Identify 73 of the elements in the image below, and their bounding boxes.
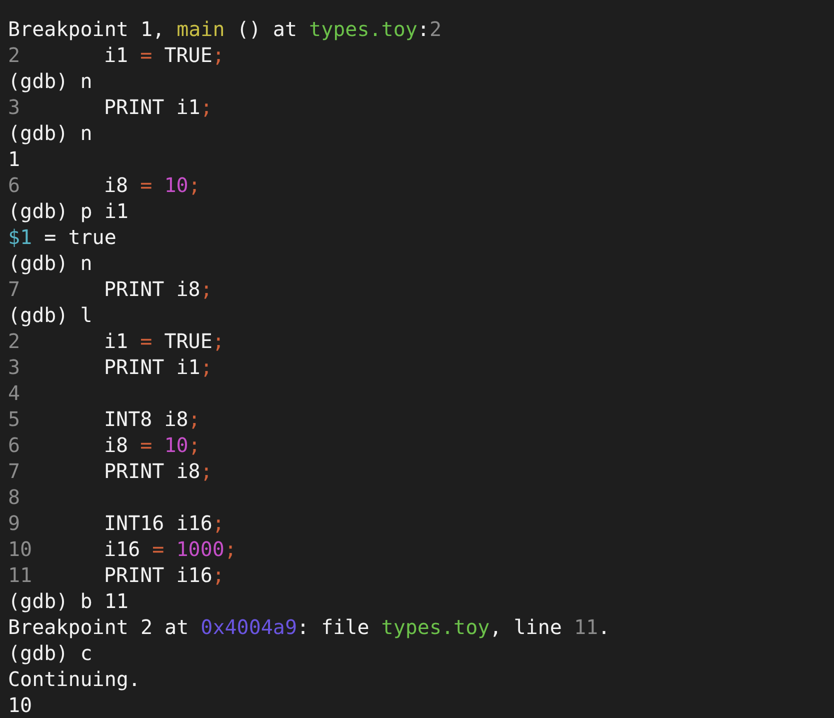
line-number: 9 bbox=[8, 511, 20, 535]
terminal-text: ; bbox=[224, 536, 236, 562]
terminal-text: PRINT i1 bbox=[104, 94, 200, 120]
terminal-text: (gdb) n bbox=[8, 68, 92, 94]
terminal-text: i8 bbox=[104, 432, 130, 458]
terminal-text: i1 bbox=[104, 42, 130, 68]
terminal-text: Breakpoint 1, bbox=[8, 16, 166, 42]
line-number: 7 bbox=[8, 277, 20, 301]
terminal-text: ; bbox=[188, 406, 200, 432]
terminal-text: $1 bbox=[8, 224, 32, 250]
terminal-text: ; bbox=[200, 276, 212, 302]
terminal-text: (gdb) n bbox=[8, 120, 92, 146]
terminal-text: ; bbox=[212, 562, 224, 588]
terminal-text: (gdb) b 11 bbox=[8, 588, 128, 614]
line-number: 4 bbox=[8, 381, 20, 405]
terminal-text: 2 bbox=[429, 16, 442, 42]
terminal-text: 1000 bbox=[176, 536, 224, 562]
terminal-text: TRUE bbox=[163, 328, 212, 354]
terminal-text: () at bbox=[236, 16, 298, 42]
line-number: 11 bbox=[8, 563, 32, 587]
terminal-text: = bbox=[152, 536, 166, 562]
terminal-text: types.toy bbox=[381, 614, 490, 640]
terminal-text: INT8 i8 bbox=[104, 406, 188, 432]
terminal-text: ; bbox=[212, 328, 224, 354]
line-number: 6 bbox=[8, 173, 20, 197]
terminal-text: 10 bbox=[164, 172, 188, 198]
terminal-text: = bbox=[140, 432, 154, 458]
terminal-text: . bbox=[598, 614, 610, 640]
terminal-text: 10 bbox=[164, 432, 188, 458]
terminal-text: 11 bbox=[574, 614, 598, 640]
terminal-text: ; bbox=[200, 94, 212, 120]
terminal-text: ; bbox=[212, 510, 224, 536]
terminal-text: INT16 i16 bbox=[104, 510, 212, 536]
terminal-text: Breakpoint 2 at bbox=[8, 614, 190, 640]
terminal-text: (gdb) n bbox=[8, 250, 92, 276]
terminal-text: 1 bbox=[8, 146, 20, 172]
terminal-text: Continuing. bbox=[8, 666, 140, 692]
terminal-text: types.toy bbox=[309, 16, 418, 42]
terminal-text: 0x4004a9 bbox=[200, 614, 297, 640]
terminal-text: i1 bbox=[104, 328, 130, 354]
terminal-text: , line bbox=[490, 614, 563, 640]
line-number: 3 bbox=[8, 95, 20, 119]
line-number: 10 bbox=[8, 537, 32, 561]
terminal-text: i16 bbox=[104, 536, 142, 562]
terminal-text: = bbox=[140, 328, 152, 354]
terminal-text: = bbox=[140, 172, 154, 198]
terminal-text: ; bbox=[200, 458, 212, 484]
terminal-text: TRUE bbox=[163, 42, 212, 68]
terminal-text: : file bbox=[296, 614, 370, 640]
terminal-text: PRINT i1 bbox=[104, 354, 200, 380]
line-number: 2 bbox=[8, 43, 20, 67]
terminal-text: 10 bbox=[8, 692, 32, 718]
terminal-text: PRINT i8 bbox=[104, 458, 200, 484]
terminal-text: (gdb) l bbox=[8, 302, 92, 328]
line-number: 3 bbox=[8, 355, 20, 379]
terminal-text: = true bbox=[43, 224, 116, 250]
terminal-text: ; bbox=[188, 432, 200, 458]
line-number: 8 bbox=[8, 485, 20, 509]
terminal-text: ; bbox=[212, 42, 224, 68]
terminal-text: : bbox=[417, 16, 430, 42]
line-number: 5 bbox=[8, 407, 20, 431]
terminal-text: = bbox=[140, 42, 152, 68]
line-number: 2 bbox=[8, 329, 20, 353]
terminal-text: ; bbox=[188, 172, 200, 198]
terminal-text: (gdb) c bbox=[8, 640, 92, 666]
terminal-text: PRINT i16 bbox=[104, 562, 212, 588]
terminal-text: main bbox=[176, 16, 225, 42]
terminal-text: PRINT i8 bbox=[104, 276, 200, 302]
line-number: 7 bbox=[8, 459, 20, 483]
terminal-text: (gdb) p i1 bbox=[8, 198, 128, 224]
line-number: 6 bbox=[8, 433, 20, 457]
terminal-text: ; bbox=[200, 354, 212, 380]
terminal-text: i8 bbox=[104, 172, 130, 198]
